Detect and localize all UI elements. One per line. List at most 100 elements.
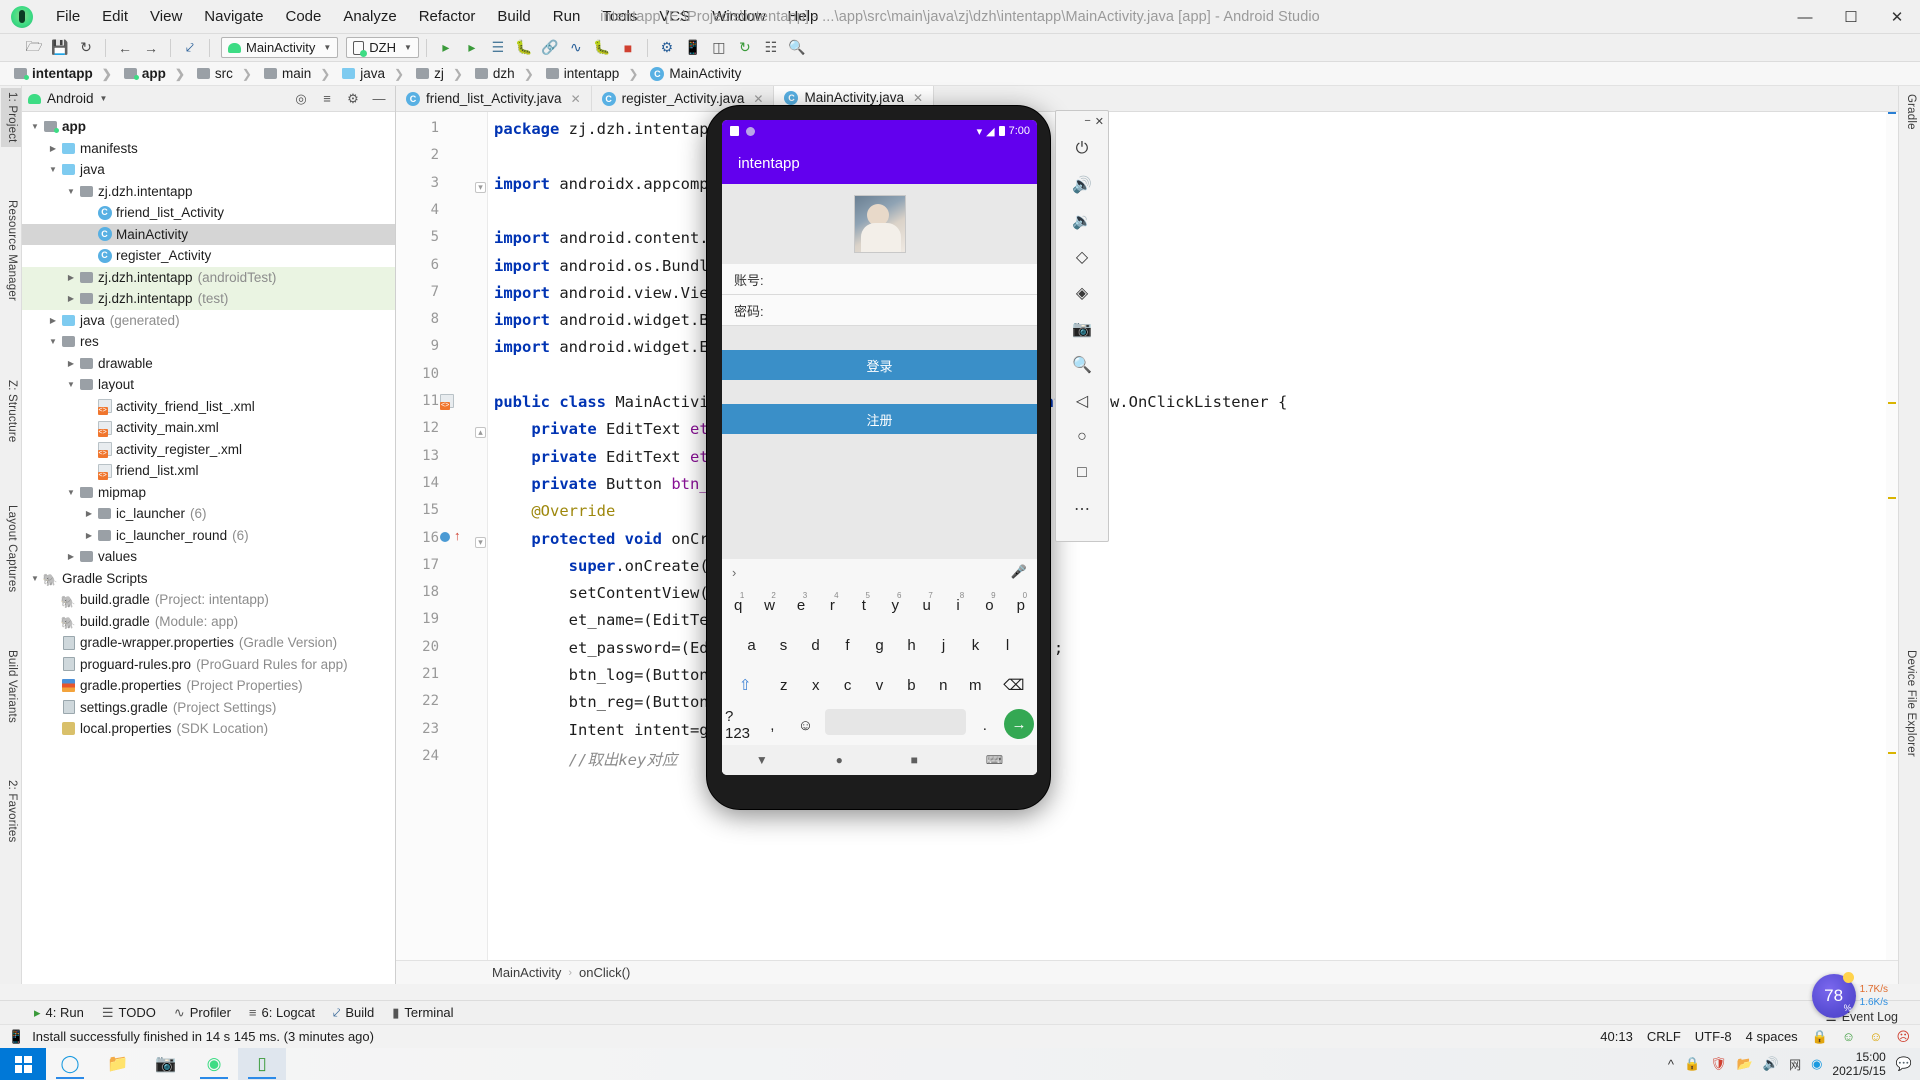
- chevron-down-icon[interactable]: ▼: [100, 94, 108, 103]
- taskbar-cortana-icon[interactable]: ◯: [46, 1048, 94, 1080]
- tray-folder-icon[interactable]: 📂: [1737, 1056, 1753, 1072]
- screenshot-camera-icon[interactable]: 📷: [1065, 311, 1099, 347]
- bottom-tab-run[interactable]: ▸ 4: Run: [34, 1005, 84, 1021]
- password-field[interactable]: 密码:: [722, 295, 1037, 326]
- home-nav-icon[interactable]: ○: [1065, 419, 1099, 455]
- key-t[interactable]: 5t: [851, 589, 877, 621]
- editor-status-method[interactable]: onClick(): [579, 965, 630, 980]
- login-button[interactable]: 登录: [722, 350, 1037, 380]
- breadcrumb-item-src[interactable]: src ❯: [193, 66, 260, 81]
- override-marker-icon[interactable]: ↑: [454, 528, 461, 543]
- rotate-right-icon[interactable]: ◈: [1065, 275, 1099, 311]
- key-k[interactable]: k: [962, 629, 989, 661]
- debug-icon[interactable]: 🐛: [512, 37, 536, 59]
- layout-preview-icon[interactable]: [440, 394, 454, 410]
- menu-refactor[interactable]: Refactor: [408, 4, 487, 29]
- menu-analyze[interactable]: Analyze: [332, 4, 407, 29]
- tree-row-values[interactable]: values: [22, 546, 395, 568]
- tree-row-zj-dzh-intentapp[interactable]: zj.dzh.intentapp (test): [22, 288, 395, 310]
- menu-view[interactable]: View: [139, 4, 193, 29]
- caret-position[interactable]: 40:13: [1600, 1029, 1633, 1044]
- key-f[interactable]: f: [834, 629, 861, 661]
- sdk-manager-icon[interactable]: ⚙: [655, 37, 679, 59]
- menu-help[interactable]: Help: [777, 4, 830, 29]
- key-o[interactable]: 9o: [976, 589, 1002, 621]
- tree-row-proguard-rules-pro[interactable]: proguard-rules.pro (ProGuard Rules for ap…: [22, 654, 395, 676]
- emulator-close-button[interactable]: ✕: [1095, 115, 1104, 128]
- sidebar-tab-gradle[interactable]: Gradle: [1900, 90, 1920, 134]
- key-g[interactable]: g: [866, 629, 893, 661]
- key-l[interactable]: l: [994, 629, 1021, 661]
- run-icon[interactable]: ▸: [434, 37, 458, 59]
- key-w[interactable]: 2w: [756, 589, 782, 621]
- indent-setting[interactable]: 4 spaces: [1746, 1029, 1798, 1044]
- symbols-key[interactable]: ?123: [725, 708, 753, 742]
- tree-row-build-gradle[interactable]: build.gradle (Project: intentapp): [22, 589, 395, 614]
- register-button[interactable]: 注册: [722, 404, 1037, 434]
- profiler-icon[interactable]: ∿: [564, 37, 588, 59]
- project-tree[interactable]: app manifests java zj.dzh.intentapp Cfriend_…: [22, 112, 395, 984]
- tree-row-activity-friend-list-xml[interactable]: activity_friend_list_.xml: [22, 396, 395, 418]
- layout-inspector-icon[interactable]: ◫: [707, 37, 731, 59]
- soft-keyboard[interactable]: › 🎤 1q2w3e4r5t6y7u8i9o0p asdfghjkl ⇧ z x c v…: [722, 559, 1037, 775]
- microphone-icon[interactable]: 🎤: [1011, 564, 1027, 580]
- tray-security-icon[interactable]: 🔒: [1684, 1056, 1700, 1072]
- sync-icon[interactable]: ↻: [74, 37, 98, 59]
- menu-tools[interactable]: Tools: [591, 4, 648, 29]
- tree-row-build-gradle[interactable]: build.gradle(Module: app): [22, 611, 395, 635]
- notification-icon[interactable]: 💬: [1896, 1056, 1912, 1072]
- open-folder-icon[interactable]: 🗁: [22, 37, 46, 59]
- sidebar-tab-layout-captures[interactable]: Layout Captures: [1, 501, 21, 596]
- fold-region-icon[interactable]: ▾: [475, 182, 486, 193]
- emoji-key[interactable]: ☺: [791, 709, 819, 741]
- windows-start-icon[interactable]: [0, 1048, 46, 1080]
- keyboard-row-4[interactable]: ?123, ☺ . →: [722, 705, 1037, 745]
- maximize-button[interactable]: ☐: [1828, 0, 1874, 34]
- key-v[interactable]: v: [866, 669, 893, 701]
- taskbar-emulator-icon[interactable]: ▯: [238, 1048, 286, 1080]
- line-separator[interactable]: CRLF: [1647, 1029, 1681, 1044]
- nav-back-icon[interactable]: ▼: [756, 753, 768, 767]
- settings-gear-icon[interactable]: ⚙: [343, 91, 363, 107]
- tree-row-app[interactable]: app: [22, 116, 395, 138]
- undo-icon[interactable]: ⤦: [178, 37, 202, 59]
- sidebar-tab-project[interactable]: 1: Project: [1, 88, 21, 147]
- expand-toggle-icon[interactable]: [28, 568, 42, 590]
- tray-shield-icon[interactable]: 🛡: [1710, 1056, 1727, 1072]
- fold-region-icon[interactable]: ▾: [475, 537, 486, 548]
- sidebar-tab-structure[interactable]: Z: Structure: [1, 376, 21, 446]
- project-structure-icon[interactable]: ☷: [759, 37, 783, 59]
- minimize-button[interactable]: —: [1782, 0, 1828, 34]
- taskbar-clock[interactable]: 15:00 2021/5/15: [1832, 1050, 1885, 1078]
- expand-toggle-icon[interactable]: [82, 525, 96, 547]
- emulator-screen[interactable]: ▾ ◢ 7:00 intentapp 账号: 密码: 登录 注册 › 🎤 1 q…: [722, 120, 1037, 775]
- tree-row-manifests[interactable]: manifests: [22, 138, 395, 160]
- key-p[interactable]: 0p: [1008, 589, 1034, 621]
- menu-run[interactable]: Run: [542, 4, 592, 29]
- more-options-icon[interactable]: ⋯: [1065, 491, 1099, 527]
- key-u[interactable]: 7u: [913, 589, 939, 621]
- close-button[interactable]: ✕: [1874, 0, 1920, 34]
- enter-key[interactable]: →: [1003, 709, 1034, 739]
- key-b[interactable]: b: [898, 669, 925, 701]
- suggestion-expand-icon[interactable]: ›: [732, 565, 736, 580]
- editor-code[interactable]: package zj.dzh.intentapp;import androidx…: [488, 112, 1898, 960]
- tray-expand-icon[interactable]: ^: [1668, 1057, 1674, 1072]
- bottom-tab-todo[interactable]: ☰ TODO: [102, 1005, 156, 1021]
- key-r[interactable]: 4r: [819, 589, 845, 621]
- rotate-left-icon[interactable]: ◇: [1065, 239, 1099, 275]
- search-icon[interactable]: 🔍: [785, 37, 809, 59]
- key-z[interactable]: z: [770, 669, 797, 701]
- key-a[interactable]: a: [738, 629, 765, 661]
- editor-scrollbar[interactable]: [1886, 112, 1898, 960]
- run-configuration-selector[interactable]: MainActivity ▼: [221, 37, 339, 58]
- menu-file[interactable]: File: [45, 4, 91, 29]
- key-j[interactable]: j: [930, 629, 957, 661]
- tree-row-java[interactable]: java: [22, 159, 395, 181]
- expand-toggle-icon[interactable]: [46, 159, 60, 181]
- fold-region-icon[interactable]: ▴: [475, 427, 486, 438]
- back-arrow-icon[interactable]: ←: [113, 37, 137, 59]
- account-field[interactable]: 账号:: [722, 264, 1037, 295]
- bottom-tab-profiler[interactable]: ∿ Profiler: [174, 1005, 231, 1021]
- breadcrumb-item-mainactivity[interactable]: C MainActivity: [646, 66, 745, 81]
